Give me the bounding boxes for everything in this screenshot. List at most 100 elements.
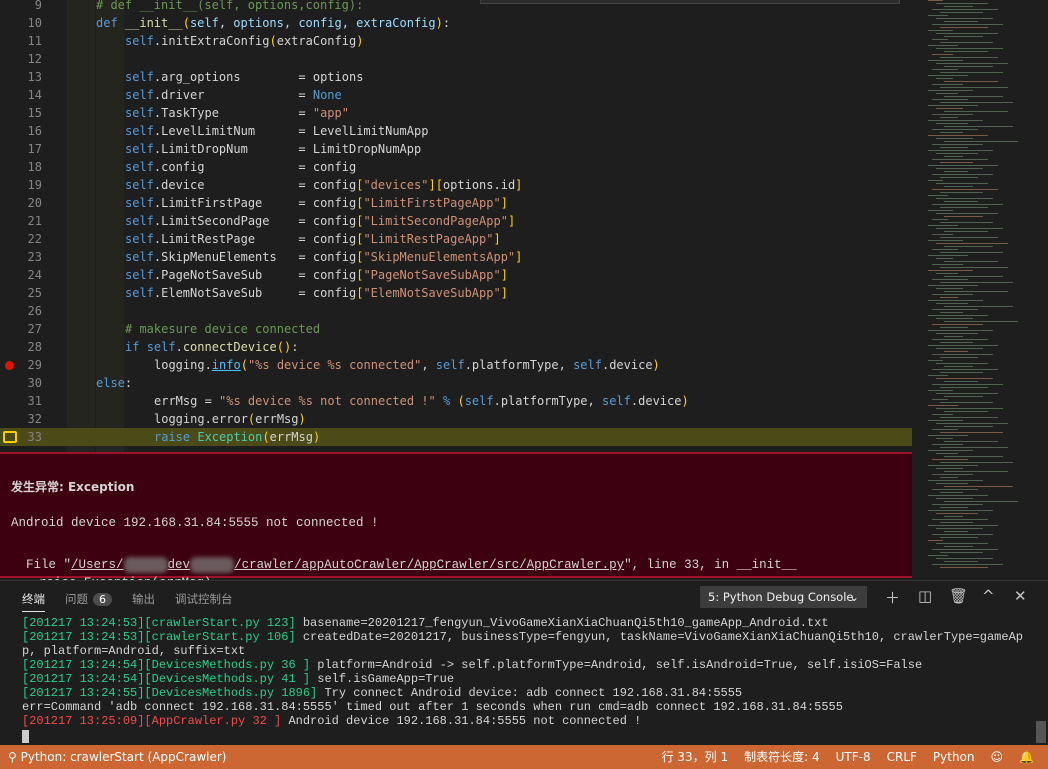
code-line[interactable]: 27 # makesure device connected: [0, 320, 912, 338]
code-editor[interactable]: 9 # def __init__(self, options,config): 10…: [0, 0, 1048, 452]
code-line[interactable]: 32 logging.error(errMsg): [0, 410, 912, 428]
minimap-line: [932, 294, 973, 295]
minimap-line: [932, 414, 953, 415]
log-text: basename=20201217_fengyun_VivoGameXianXi…: [295, 616, 829, 630]
chevron-up-icon[interactable]: ^: [982, 587, 995, 605]
minimap-line: [932, 354, 993, 355]
code-line[interactable]: 25 self.ElemNotSaveSub = config["ElemNotS…: [0, 284, 912, 302]
code-line[interactable]: 11 self.initExtraConfig(extraConfig): [0, 32, 912, 50]
minimap-line: [928, 495, 988, 496]
minimap-line: [940, 282, 1013, 283]
code-token: info: [211, 358, 241, 372]
code-line[interactable]: 16 self.LevelLimitNum = LevelLimitNumApp: [0, 122, 912, 140]
feedback-icon[interactable]: ☺: [991, 745, 1004, 769]
minimap-line: [944, 6, 973, 7]
terminal-select[interactable]: 5: Python Debug Console ⌄: [700, 586, 867, 608]
debug-launch-status[interactable]: ⚲ Python: crawlerStart (AppCrawler): [8, 745, 226, 769]
minimap-line: [940, 87, 1008, 88]
code-line[interactable]: 22 self.LimitRestPage = config["LimitRest…: [0, 230, 912, 248]
code-token: ,: [283, 16, 299, 30]
minimap-line: [940, 357, 978, 358]
code-text: self.SkipMenuElements = config["SkipMenu…: [125, 248, 522, 266]
tab-debug-console[interactable]: 调试控制台: [175, 591, 233, 612]
language-mode[interactable]: Python: [933, 745, 975, 769]
code-line[interactable]: 15 self.TaskType = "app": [0, 104, 912, 122]
code-line[interactable]: 10 def __init__(self, options, config, ex…: [0, 14, 912, 32]
minimap-line: [940, 342, 973, 343]
minimap-line: [932, 429, 958, 430]
exception-title: 发生异常: Exception: [11, 480, 135, 494]
line-number: 11: [27, 34, 42, 48]
minimap-line: [944, 306, 1013, 307]
minimap-line: [932, 144, 983, 145]
minimap-line: [932, 279, 968, 280]
minimap[interactable]: [922, 0, 1040, 580]
minimap-line: [928, 525, 998, 526]
close-icon[interactable]: ✕: [1014, 587, 1027, 605]
log-line: [201217 13:24:54][DevicesMethods.py 41 ]…: [22, 672, 1032, 686]
code-token: self: [146, 340, 176, 354]
code-token: ]: [515, 178, 523, 192]
code-token: self: [125, 178, 154, 192]
tab-problems[interactable]: 问题 6: [65, 591, 112, 612]
bell-icon[interactable]: 🔔: [1019, 745, 1034, 769]
minimap-line: [928, 270, 973, 271]
code-line[interactable]: 23 self.SkipMenuElements = config["SkipMe…: [0, 248, 912, 266]
minimap-line: [936, 303, 968, 304]
code-line[interactable]: 28 if self.connectDevice():: [0, 338, 912, 356]
minimap-line: [936, 543, 988, 544]
log-text: err=Command 'adb connect 192.168.31.84:5…: [22, 700, 843, 714]
code-line[interactable]: 24 self.PageNotSaveSub = config["PageNotS…: [0, 266, 912, 284]
code-line[interactable]: 19 self.device = config["devices"][option…: [0, 176, 912, 194]
minimap-line: [936, 63, 1008, 64]
code-token: .platformType,: [493, 394, 602, 408]
code-line[interactable]: 13 self.arg_options = options: [0, 68, 912, 86]
plus-icon[interactable]: ＋: [885, 587, 900, 608]
minimap-line: [932, 369, 998, 370]
code-line[interactable]: 21 self.LimitSecondPage = config["LimitSe…: [0, 212, 912, 230]
minimap-line: [940, 447, 1008, 448]
breakpoint-icon[interactable]: [5, 361, 14, 370]
tab-output[interactable]: 输出: [132, 591, 155, 612]
minimap-line: [944, 186, 973, 187]
line-ending[interactable]: CRLF: [887, 745, 917, 769]
split-icon[interactable]: ◫: [918, 587, 932, 605]
frame-file-link[interactable]: /Users/dev/crawler/appAutoCrawler/AppCra…: [71, 556, 624, 573]
code-text: self.ElemNotSaveSub = config["ElemNotSav…: [125, 284, 508, 302]
code-line[interactable]: 14 self.driver = None: [0, 86, 912, 104]
minimap-line: [940, 42, 993, 43]
minimap-line: [936, 138, 973, 139]
cursor-position[interactable]: 行 33，列 1: [662, 745, 729, 769]
code-line[interactable]: 33 raise Exception(errMsg): [0, 428, 912, 446]
code-line[interactable]: 12: [0, 50, 912, 68]
code-token: logging.: [154, 358, 212, 372]
redacted: [190, 556, 235, 573]
code-token: ]: [515, 250, 523, 264]
code-token: self: [125, 142, 154, 156]
code-line[interactable]: 26: [0, 302, 912, 320]
terminal-output[interactable]: [201217 13:24:53][crawlerStart.py 123] b…: [22, 616, 1032, 747]
minimap-line: [936, 48, 1003, 49]
minimap-line: [936, 318, 973, 319]
minimap-line: [928, 165, 998, 166]
code-line[interactable]: 30 else:: [0, 374, 912, 392]
line-number: 26: [27, 304, 42, 318]
code-token: self: [601, 394, 631, 408]
code-line[interactable]: 20 self.LimitFirstPage = config["LimitFir…: [0, 194, 912, 212]
encoding[interactable]: UTF-8: [836, 745, 871, 769]
code-line[interactable]: 18 self.config = config: [0, 158, 912, 176]
minimap-line: [944, 216, 983, 217]
code-line[interactable]: 29 logging.info("%s device %s connected",…: [0, 356, 912, 374]
scrollbar[interactable]: [1036, 721, 1046, 743]
tab-terminal[interactable]: 终端: [22, 591, 45, 612]
minimap-line: [936, 228, 1003, 229]
code-line[interactable]: 31 errMsg = "%s device %s not connected !…: [0, 392, 912, 410]
code-token: .device = config: [153, 178, 357, 192]
minimap-line: [944, 336, 963, 337]
code-line[interactable]: 17 self.LimitDropNum = LimitDropNumApp: [0, 140, 912, 158]
minimap-line: [944, 96, 1003, 97]
trash-icon[interactable]: 🗑: [949, 587, 968, 605]
tab-size[interactable]: 制表符长度: 4: [744, 745, 820, 769]
exception-widget: 发生异常: Exception Android device 192.168.3…: [0, 452, 912, 626]
code-token: ): [681, 394, 689, 408]
